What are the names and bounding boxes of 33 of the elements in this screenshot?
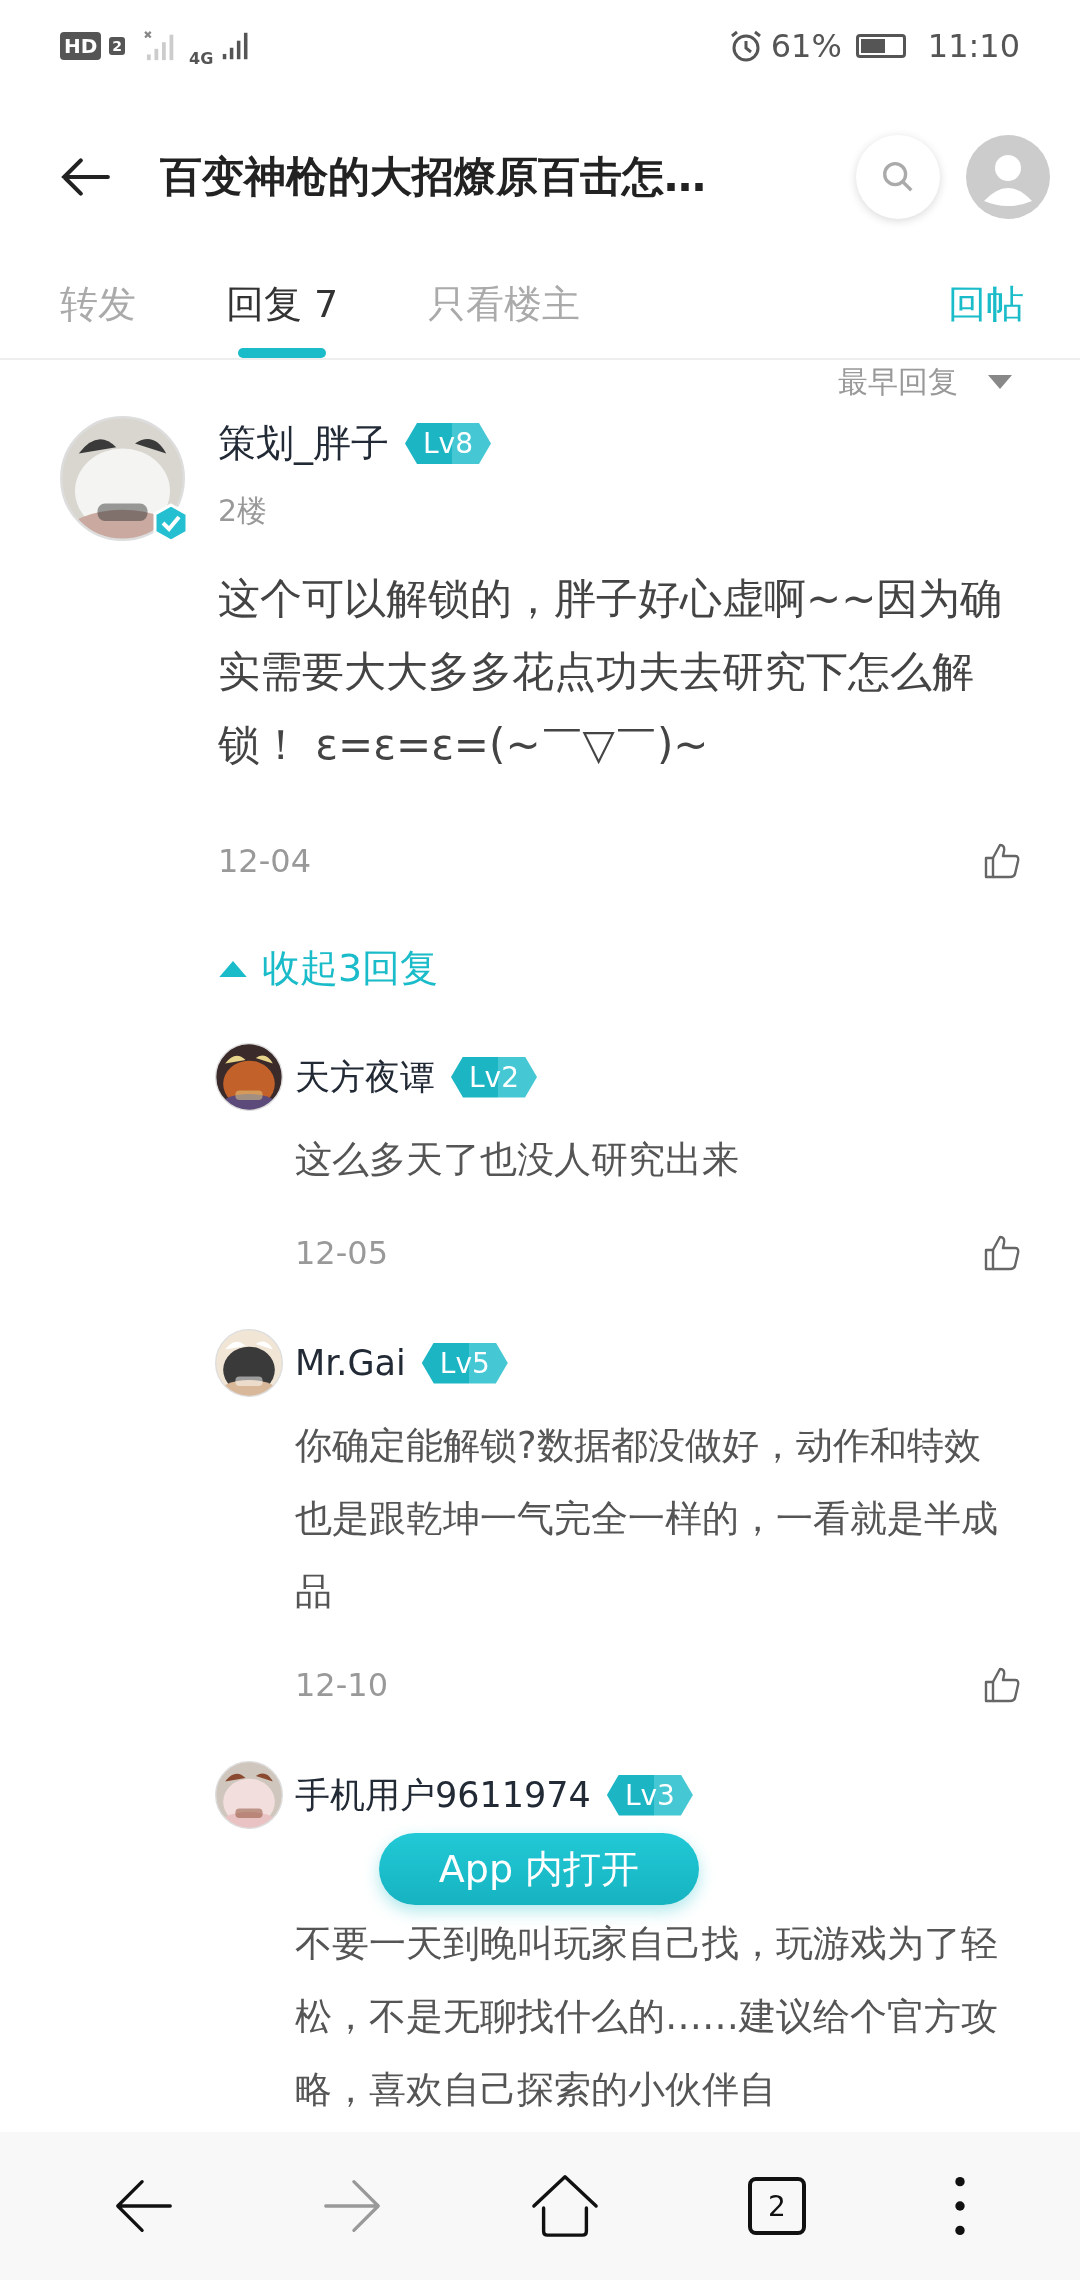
post-title: 百变神枪的大招燎原百击怎… <box>160 151 707 203</box>
level-badge: Lv2 <box>451 1056 537 1098</box>
author-name[interactable]: 策划_胖子 <box>218 418 389 469</box>
thumbs-up-icon[interactable] <box>982 1665 1022 1705</box>
reply-date: 12-10 <box>295 1666 388 1704</box>
author-name[interactable]: 手机用户9611974 <box>295 1771 591 1819</box>
level-badge: Lv5 <box>421 1342 508 1384</box>
clock: 11:10 <box>927 27 1020 65</box>
network-label: 4G <box>189 48 214 68</box>
post-text: 这个可以解锁的，胖子好心虚啊~~因为确实需要大大多多花点功夫去研究下怎么解锁！ ε=ε=ε=(~￣▽￣)~ <box>218 573 1004 771</box>
tabs-count-button[interactable]: 2 <box>748 2177 806 2235</box>
back-arrow-icon[interactable] <box>60 156 112 198</box>
battery-percent: 61% <box>770 27 842 65</box>
level-badge: Lv8 <box>405 423 491 464</box>
thumbs-up-icon[interactable] <box>982 841 1022 881</box>
caret-icon[interactable] <box>988 375 1012 389</box>
post-date: 12-04 <box>218 842 311 880</box>
battery-icon <box>855 34 906 58</box>
tab[interactable]: 回复 7 <box>226 279 339 358</box>
author-name[interactable]: Mr.Gai <box>295 1343 406 1383</box>
hd-icon: HD <box>60 32 102 60</box>
thumbs-up-icon[interactable] <box>982 1233 1022 1273</box>
more-options-icon[interactable] <box>954 2176 966 2236</box>
alarm-icon <box>728 29 763 63</box>
reply-text: 不要一天到晚叫玩家自己找，玩游戏为了轻松，不是无聊找什么的……建议给个官方攻略，喜欢自己探索的小伙伴自 <box>295 1921 999 2113</box>
home-icon[interactable] <box>530 2174 600 2238</box>
reply-text: 你确定能解锁?数据都没做好，动作和特效也是跟乾坤一气完全一样的，一看就是半成品 <box>295 1423 999 1615</box>
sim-icon: 2 <box>109 37 126 55</box>
floor-number: 2楼 <box>218 492 269 530</box>
reply-text: 这么多天了也没人研究出来 <box>295 1137 740 1183</box>
level-badge: Lv3 <box>606 1774 693 1816</box>
reply-date: 12-05 <box>295 1234 388 1272</box>
author-name[interactable]: 天方夜谭 <box>295 1053 435 1101</box>
